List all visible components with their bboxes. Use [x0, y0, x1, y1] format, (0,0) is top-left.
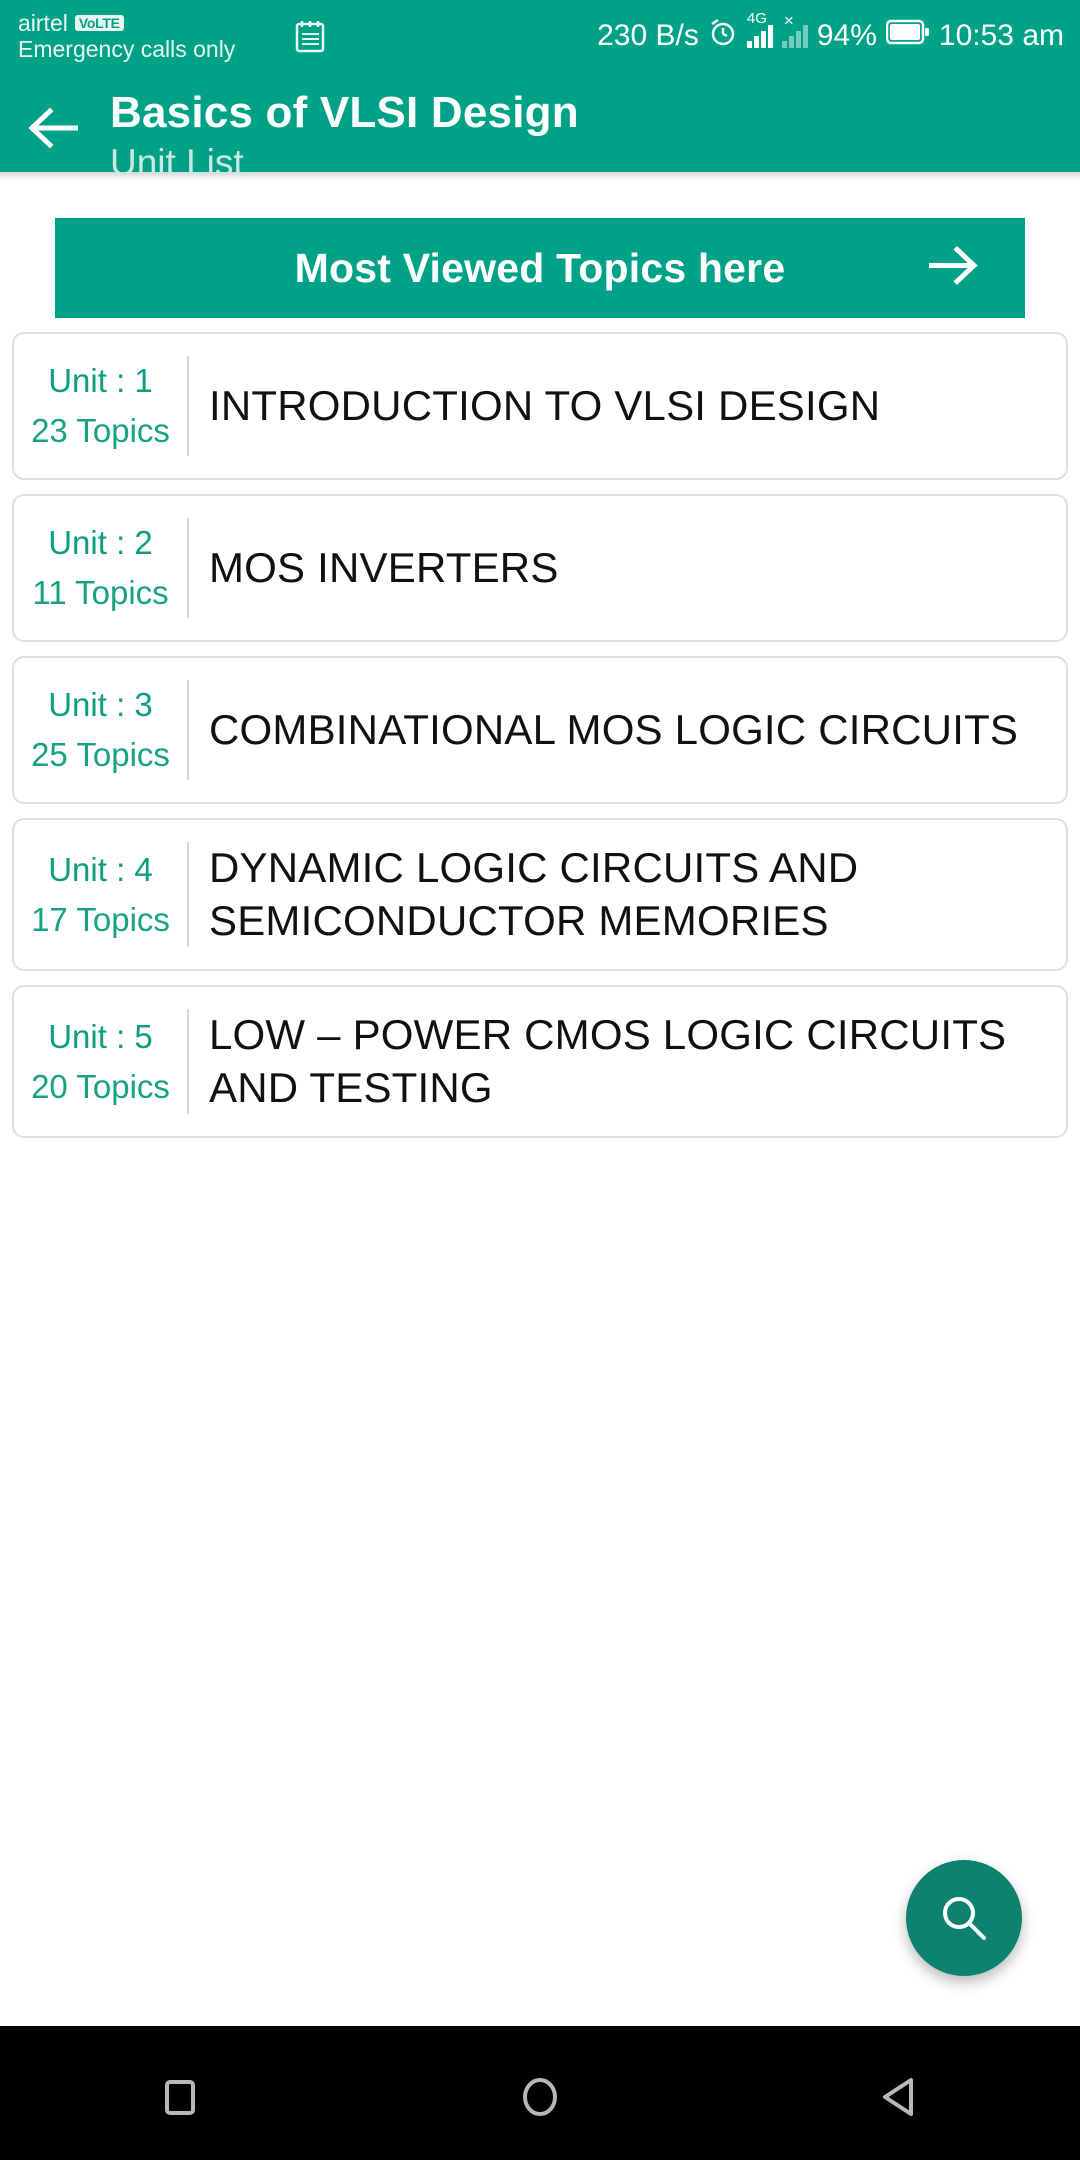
unit-card[interactable]: Unit : 3 25 Topics COMBINATIONAL MOS LOG…: [12, 656, 1068, 804]
triangle-back-icon: [883, 2078, 913, 2116]
data-speed-text: 230 B/s: [597, 19, 699, 52]
unit-number-label: Unit : 5: [48, 1017, 153, 1055]
unit-title-wrap: INTRODUCTION TO VLSI DESIGN: [189, 356, 1066, 456]
arrow-right-icon: [926, 245, 980, 292]
network-status-text: Emergency calls only: [18, 36, 236, 62]
unit-meta: Unit : 4 17 Topics: [14, 842, 189, 947]
unit-title: LOW – POWER CMOS LOGIC CIRCUITS AND TEST…: [209, 1011, 1007, 1111]
unit-number-label: Unit : 2: [48, 524, 153, 561]
unit-topic-count: 20 Topics: [31, 1067, 170, 1105]
unit-title-wrap: MOS INVERTERS: [189, 518, 1066, 618]
unit-number-label: Unit : 3: [48, 686, 153, 723]
unit-topic-count: 25 Topics: [31, 736, 170, 773]
app-bar: Basics of VLSI Design Unit List: [0, 72, 1080, 183]
unit-title: COMBINATIONAL MOS LOGIC CIRCUITS: [209, 705, 1019, 753]
search-fab[interactable]: [906, 1860, 1022, 1976]
clock-text: 10:53 am: [938, 19, 1064, 52]
status-bar: airtel VoLTE Emergency calls only 230 B/…: [0, 0, 1080, 72]
unit-card[interactable]: Unit : 4 17 Topics DYNAMIC LOGIC CIRCUIT…: [12, 818, 1068, 971]
page-subtitle: Unit List: [110, 142, 244, 184]
signal-sim2-icon: ×: [781, 11, 808, 48]
unit-number-label: Unit : 4: [48, 850, 153, 888]
back-button[interactable]: [0, 84, 110, 172]
signal-sim1-icon: 4G: [746, 10, 773, 48]
unit-meta: Unit : 5 20 Topics: [14, 1009, 189, 1114]
banner-label: Most Viewed Topics here: [294, 244, 786, 291]
circle-home-icon: [523, 2078, 557, 2116]
unit-number-label: Unit : 1: [48, 362, 153, 399]
unit-title: MOS INVERTERS: [209, 543, 559, 591]
app-bar-titles: Basics of VLSI Design Unit List: [110, 84, 579, 186]
unit-meta: Unit : 1 23 Topics: [14, 356, 189, 456]
unit-title-wrap: DYNAMIC LOGIC CIRCUITS AND SEMICONDUCTOR…: [189, 842, 1066, 947]
unit-title: INTRODUCTION TO VLSI DESIGN: [209, 381, 881, 429]
unit-card[interactable]: Unit : 1 23 Topics INTRODUCTION TO VLSI …: [12, 332, 1068, 480]
unit-meta: Unit : 3 25 Topics: [14, 680, 189, 780]
page-title: Basics of VLSI Design: [110, 88, 579, 137]
unit-title-wrap: LOW – POWER CMOS LOGIC CIRCUITS AND TEST…: [189, 1009, 1066, 1114]
nav-recents-button[interactable]: [90, 2026, 270, 2160]
unit-meta: Unit : 2 11 Topics: [14, 518, 189, 618]
nav-home-button[interactable]: [450, 2026, 630, 2160]
battery-icon: [885, 19, 930, 53]
battery-percent-text: 94%: [816, 19, 877, 52]
alarm-icon: [708, 17, 738, 55]
unit-topic-count: 11 Topics: [32, 574, 169, 611]
status-bar-left: airtel VoLTE Emergency calls only: [18, 11, 235, 61]
unit-title: DYNAMIC LOGIC CIRCUITS AND SEMICONDUCTOR…: [209, 844, 859, 944]
content-area: Most Viewed Topics here Unit : 1 23 Topi…: [0, 180, 1080, 2026]
unit-topic-count: 23 Topics: [31, 412, 170, 449]
unit-topic-count: 17 Topics: [31, 900, 170, 938]
most-viewed-topics-banner[interactable]: Most Viewed Topics here: [55, 218, 1025, 318]
unit-card[interactable]: Unit : 5 20 Topics LOW – POWER CMOS LOGI…: [12, 985, 1068, 1138]
arrow-left-icon: [28, 107, 78, 149]
calendar-icon: [295, 19, 325, 53]
carrier-row: airtel VoLTE: [18, 11, 235, 35]
square-recents-icon: [165, 2080, 195, 2115]
carrier-name: airtel: [18, 9, 68, 36]
unit-title-wrap: COMBINATIONAL MOS LOGIC CIRCUITS: [189, 680, 1066, 780]
android-nav-bar: [0, 2026, 1080, 2160]
network-type-label: 4G: [746, 10, 767, 27]
volte-badge: VoLTE: [74, 14, 124, 32]
nav-back-button[interactable]: [810, 2026, 990, 2160]
unit-card[interactable]: Unit : 2 11 Topics MOS INVERTERS: [12, 494, 1068, 642]
app-screen: airtel VoLTE Emergency calls only 230 B/…: [0, 0, 1080, 2160]
status-bar-right: 230 B/s 4G × 94% 10:53 am: [597, 0, 1064, 72]
search-icon: [943, 1897, 986, 1940]
